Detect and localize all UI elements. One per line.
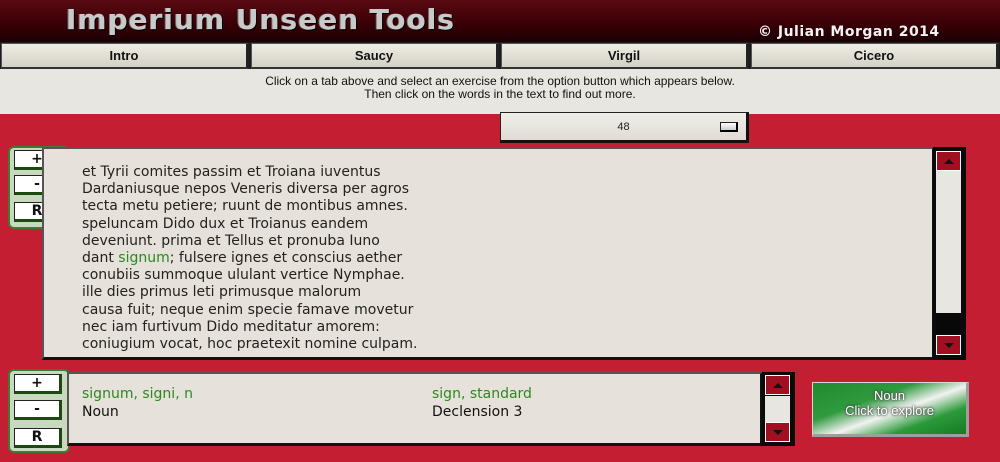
info-zoom-out-button[interactable]: -	[14, 400, 62, 420]
info-zoom-reset-button[interactable]: R	[14, 428, 62, 448]
arrow-up-icon	[772, 382, 783, 388]
dictionary-form: signum, signi, n	[82, 386, 193, 402]
tab-virgil[interactable]: Virgil	[501, 43, 749, 69]
copyright-notice: © Julian Morgan 2014	[758, 24, 940, 40]
app-title: Imperium Unseen Tools	[66, 3, 456, 36]
arrow-down-icon	[943, 342, 954, 348]
explore-button-type: Noun	[873, 388, 906, 403]
passage-line[interactable]: dant	[82, 250, 118, 266]
passage-line[interactable]: nec iam furtivum Dido meditatur amorem:	[82, 319, 380, 335]
latin-passage: et Tyrii comites passim et Troiana iuven…	[82, 164, 417, 353]
arrow-up-icon	[943, 158, 954, 164]
scroll-down-button[interactable]	[936, 335, 961, 355]
passage-line[interactable]: conubiis summoque ululant vertice Nympha…	[82, 267, 405, 283]
part-of-speech: Noun	[82, 404, 119, 420]
info-zoom-in-button[interactable]: +	[14, 374, 62, 394]
passage-line[interactable]: coniugium vocat, hoc praetexit nomine cu…	[82, 336, 417, 352]
dropdown-button-icon[interactable]	[720, 122, 738, 132]
text-scrollbar[interactable]	[933, 147, 966, 360]
passage-line[interactable]: tecta metu petiere; ruunt de montibus am…	[82, 198, 408, 214]
word-meaning: sign, standard	[432, 386, 532, 402]
info-scroll-up-button[interactable]	[765, 375, 790, 395]
instructions: Click on a tab above and select an exerc…	[0, 69, 1000, 114]
instructions-line-2: Then click on the words in the text to f…	[364, 87, 636, 101]
tab-cicero[interactable]: Cicero	[751, 43, 999, 69]
passage-line[interactable]: ille dies primus leti primusque malorum	[82, 284, 361, 300]
tab-saucy[interactable]: Saucy	[251, 43, 499, 69]
explore-noun-button[interactable]: Noun Click to explore	[812, 382, 969, 437]
latin-text-panel: et Tyrii comites passim et Troiana iuven…	[42, 147, 935, 360]
explore-button-label: Click to explore	[845, 403, 934, 418]
word-info-panel: signum, signi, n Noun sign, standard Dec…	[67, 372, 763, 446]
info-zoom-controls: + - R	[8, 369, 70, 453]
exercise-select-value: 48	[617, 120, 630, 133]
declension: Declension 3	[432, 404, 523, 420]
passage-line[interactable]: causa fuit; neque enim specie famave mov…	[82, 302, 413, 318]
passage-line[interactable]: speluncam Dido dux et Troianus eandem	[82, 216, 368, 232]
exercise-select[interactable]: 48	[500, 112, 749, 143]
passage-line[interactable]: et Tyrii comites passim et Troiana iuven…	[82, 164, 380, 180]
selected-word-signum[interactable]: signum	[118, 250, 169, 266]
text-scroll-track[interactable]	[936, 171, 961, 313]
text-scroll-thumb[interactable]	[936, 313, 961, 333]
passage-line[interactable]: ; fulsere ignes et conscius aether	[170, 250, 402, 266]
tab-bar: Intro Saucy Virgil Cicero	[0, 42, 1000, 69]
scroll-up-button[interactable]	[936, 151, 961, 171]
passage-line[interactable]: Dardaniusque nepos Veneris diversa per a…	[82, 181, 409, 197]
info-scrollbar[interactable]	[762, 372, 795, 446]
info-scroll-track[interactable]	[765, 396, 790, 422]
passage-line[interactable]: deveniunt. prima et Tellus et pronuba Iu…	[82, 233, 380, 249]
app-header: Imperium Unseen Tools © Julian Morgan 20…	[0, 0, 1000, 42]
arrow-down-icon	[772, 429, 783, 435]
info-scroll-down-button[interactable]	[765, 422, 790, 442]
tab-intro[interactable]: Intro	[1, 43, 249, 69]
